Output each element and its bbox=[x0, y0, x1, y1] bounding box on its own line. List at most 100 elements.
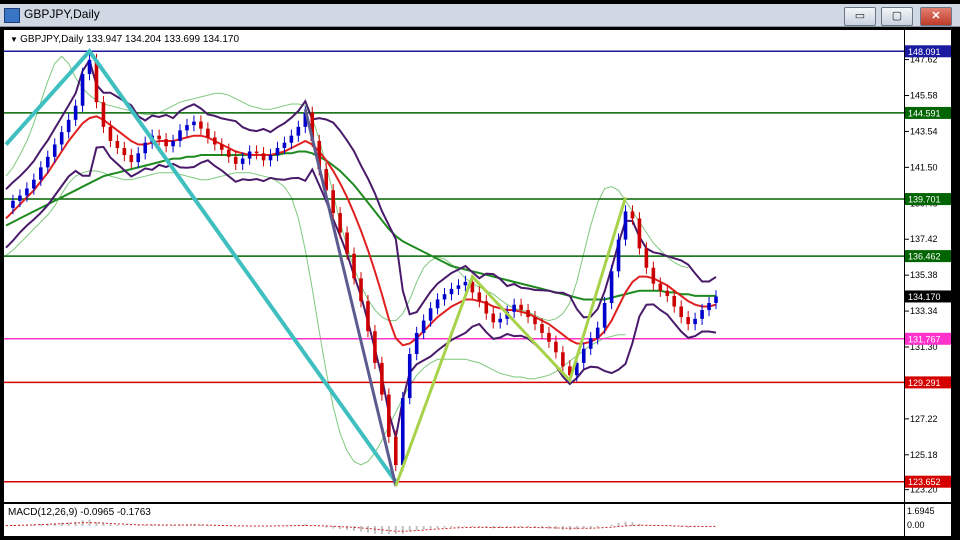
candle-body bbox=[491, 313, 496, 323]
candle-body bbox=[129, 155, 134, 163]
candle-body bbox=[714, 296, 718, 303]
price-tick-label: 127.22 bbox=[910, 414, 938, 424]
candle-body bbox=[387, 394, 391, 437]
candle-body bbox=[87, 59, 92, 75]
restore-button[interactable]: ▢ bbox=[881, 7, 913, 26]
candle-body bbox=[428, 308, 433, 321]
candle-body bbox=[400, 398, 405, 466]
chart-window: GBPJPY,Daily ▭ ▢ ✕ ▼ GBPJPY,Daily 133.94… bbox=[0, 0, 960, 540]
candle-body bbox=[261, 153, 266, 161]
macd-tick-label: 0.00 bbox=[907, 520, 925, 530]
candle-body bbox=[554, 341, 558, 353]
candle-body bbox=[394, 436, 398, 466]
macd-info-text: MACD(12,26,9) -0.0965 -0.1763 bbox=[8, 507, 151, 518]
candle-body bbox=[380, 362, 384, 395]
price-tick-label: 137.42 bbox=[910, 234, 938, 244]
level-price-label: 139.701 bbox=[908, 195, 941, 205]
candle-body bbox=[18, 195, 22, 201]
candle-body bbox=[449, 288, 454, 295]
candle-body bbox=[185, 125, 189, 131]
candle-body bbox=[289, 135, 294, 143]
level-price-label: 136.462 bbox=[908, 252, 941, 262]
chart-menu-arrow-icon[interactable]: ▼ bbox=[10, 35, 20, 44]
candle-body bbox=[45, 156, 50, 168]
candle-body bbox=[637, 218, 642, 249]
level-price-label: 123.652 bbox=[908, 477, 941, 487]
candle-body bbox=[435, 299, 440, 309]
price-axis[interactable]: 147.62145.58143.54141.50139.46137.42135.… bbox=[904, 30, 951, 502]
candle-body bbox=[533, 317, 537, 325]
candle-body bbox=[352, 253, 356, 279]
candle-body bbox=[108, 126, 113, 141]
candle-body bbox=[588, 338, 593, 349]
candle-body bbox=[623, 211, 628, 240]
candle-body bbox=[679, 306, 683, 318]
candle-body bbox=[477, 292, 482, 302]
candle-body bbox=[338, 213, 342, 233]
level-price-label: 134.170 bbox=[908, 292, 941, 302]
candle-body bbox=[254, 151, 259, 154]
price-tick-label: 145.58 bbox=[910, 91, 938, 101]
candle-body bbox=[540, 324, 544, 333]
macd-tick-label: 1.6945 bbox=[907, 506, 935, 516]
candle-body bbox=[219, 144, 224, 150]
candle-body bbox=[484, 301, 489, 314]
candle-body bbox=[247, 151, 252, 159]
macd-pane[interactable]: MACD(12,26,9) -0.0965 -0.1763 bbox=[4, 504, 904, 536]
candle-body bbox=[59, 132, 64, 145]
level-price-label: 131.767 bbox=[908, 334, 941, 344]
candle-body bbox=[164, 139, 168, 147]
chart-info-line: ▼ GBPJPY,Daily 133.947 134.204 133.699 1… bbox=[10, 34, 239, 45]
price-chart[interactable]: ▼ GBPJPY,Daily 133.947 134.204 133.699 1… bbox=[4, 30, 904, 502]
candle-body bbox=[456, 285, 461, 289]
candle-body bbox=[296, 126, 301, 136]
candle-body bbox=[672, 295, 677, 307]
minimize-button[interactable]: ▭ bbox=[844, 7, 876, 26]
candle-body bbox=[512, 304, 516, 312]
macd-axis: 1.6945 0.00 bbox=[904, 504, 951, 536]
candle-body bbox=[52, 144, 57, 157]
symbol-ohlc-text: GBPJPY,Daily 133.947 134.204 133.699 134… bbox=[20, 34, 240, 45]
candle-body bbox=[630, 211, 635, 219]
candle-body bbox=[136, 153, 141, 163]
candle-body bbox=[80, 74, 85, 106]
price-axis-canvas: 147.62145.58143.54141.50139.46137.42135.… bbox=[905, 45, 951, 495]
candle-body bbox=[157, 135, 161, 140]
candle-body bbox=[233, 156, 238, 164]
candle-body bbox=[686, 317, 690, 325]
candle-body bbox=[213, 137, 217, 145]
level-price-label: 144.591 bbox=[908, 108, 941, 118]
candle-body bbox=[226, 149, 231, 157]
price-tick-label: 125.18 bbox=[910, 450, 938, 460]
price-tick-label: 133.34 bbox=[910, 306, 938, 316]
candle-body bbox=[73, 105, 78, 120]
candle-body bbox=[345, 232, 349, 254]
candle-body bbox=[602, 302, 607, 328]
candle-body bbox=[609, 271, 614, 303]
candle-body bbox=[122, 148, 127, 156]
fast-moving-average-line bbox=[5, 115, 717, 347]
candle-body bbox=[595, 327, 600, 339]
candle-body bbox=[25, 188, 29, 196]
candle-body bbox=[240, 158, 245, 164]
candle-body bbox=[11, 200, 15, 208]
candle-body bbox=[115, 140, 120, 148]
candle-body bbox=[707, 302, 711, 311]
candle-body bbox=[421, 320, 426, 333]
candle-body bbox=[658, 283, 663, 291]
candle-body bbox=[359, 278, 363, 302]
candle-body bbox=[199, 121, 203, 129]
candle-body bbox=[407, 354, 412, 399]
candle-body bbox=[331, 190, 335, 214]
candle-body bbox=[39, 167, 43, 180]
price-chart-canvas bbox=[4, 48, 904, 487]
candle-body bbox=[498, 318, 503, 323]
candle-body bbox=[66, 119, 71, 133]
candle-body bbox=[366, 301, 370, 332]
chart-window-icon bbox=[4, 8, 20, 23]
candle-body bbox=[665, 290, 670, 296]
candle-body bbox=[581, 348, 586, 363]
window-titlebar[interactable]: GBPJPY,Daily ▭ ▢ ✕ bbox=[0, 4, 960, 27]
candle-body bbox=[561, 352, 565, 367]
close-button[interactable]: ✕ bbox=[920, 7, 952, 26]
